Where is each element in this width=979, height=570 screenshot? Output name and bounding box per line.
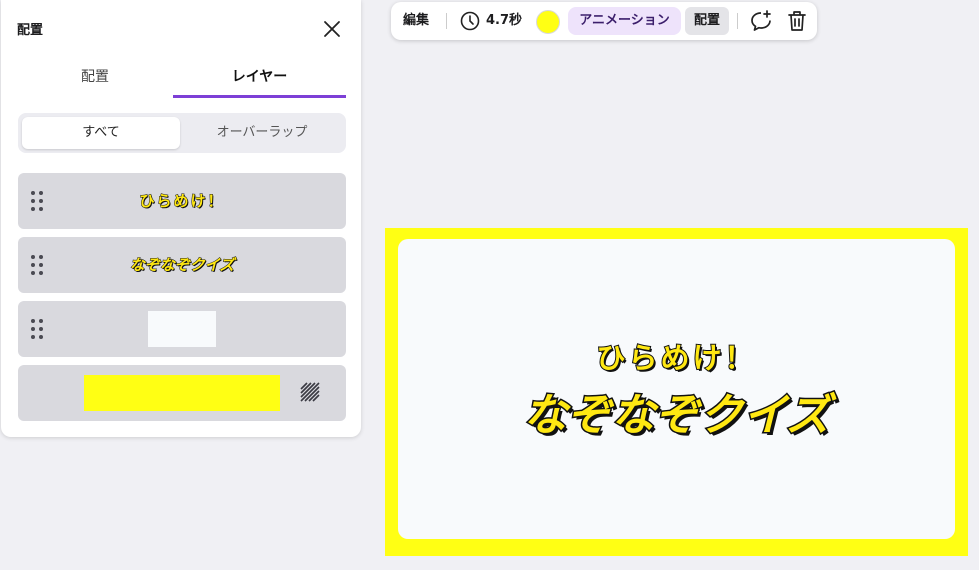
- canvas-title[interactable]: なぞなぞクイズ: [522, 379, 832, 443]
- clock-icon: [460, 11, 480, 31]
- comment-add-icon[interactable]: [749, 9, 773, 33]
- lock-icon[interactable]: [300, 382, 320, 402]
- design-canvas[interactable]: ひらめけ！ なぞなぞクイズ: [385, 228, 968, 556]
- arrange-panel: 配置 配置 レイヤー すべて オーバーラップ ひらめけ！ なぞなぞクイズ: [1, 0, 361, 437]
- close-icon: [324, 21, 340, 37]
- element-toolbar: 編集 4.7秒 アニメーション 配置: [391, 2, 817, 40]
- panel-title: 配置: [17, 23, 44, 38]
- layer-text-preview: ひらめけ！: [139, 192, 225, 211]
- toolbar-divider: [446, 13, 447, 29]
- toolbar-divider: [737, 13, 738, 29]
- layer-text-preview: なぞなぞクイズ: [129, 256, 235, 275]
- tab-arrange[interactable]: 配置: [17, 62, 173, 98]
- duration-button[interactable]: 4.7秒: [460, 7, 522, 35]
- panel-tabs: 配置 レイヤー: [17, 62, 346, 98]
- layer-item-title[interactable]: なぞなぞクイズ: [18, 237, 346, 293]
- background-thumbnail: [84, 375, 280, 411]
- duration-value: 4.7秒: [486, 13, 523, 28]
- white-card-thumbnail: [148, 311, 216, 347]
- drag-handle-icon[interactable]: [31, 319, 45, 341]
- layer-item-background[interactable]: [18, 365, 346, 421]
- animation-button[interactable]: アニメーション: [568, 7, 681, 35]
- layer-filter-segment: すべて オーバーラップ: [18, 113, 346, 153]
- layer-item-subtitle[interactable]: ひらめけ！: [18, 173, 346, 229]
- close-button[interactable]: [319, 16, 345, 42]
- filter-overlap[interactable]: オーバーラップ: [182, 117, 342, 149]
- edit-button[interactable]: 編集: [403, 7, 429, 35]
- canvas-subtitle[interactable]: ひらめけ！: [595, 335, 756, 377]
- trash-icon[interactable]: [786, 9, 808, 33]
- arrange-button[interactable]: 配置: [685, 7, 729, 35]
- color-swatch-button[interactable]: [536, 10, 560, 34]
- tab-layers[interactable]: レイヤー: [173, 62, 346, 98]
- white-card[interactable]: ひらめけ！ なぞなぞクイズ: [398, 239, 955, 539]
- filter-all[interactable]: すべて: [22, 117, 180, 149]
- layer-item-white-card[interactable]: [18, 301, 346, 357]
